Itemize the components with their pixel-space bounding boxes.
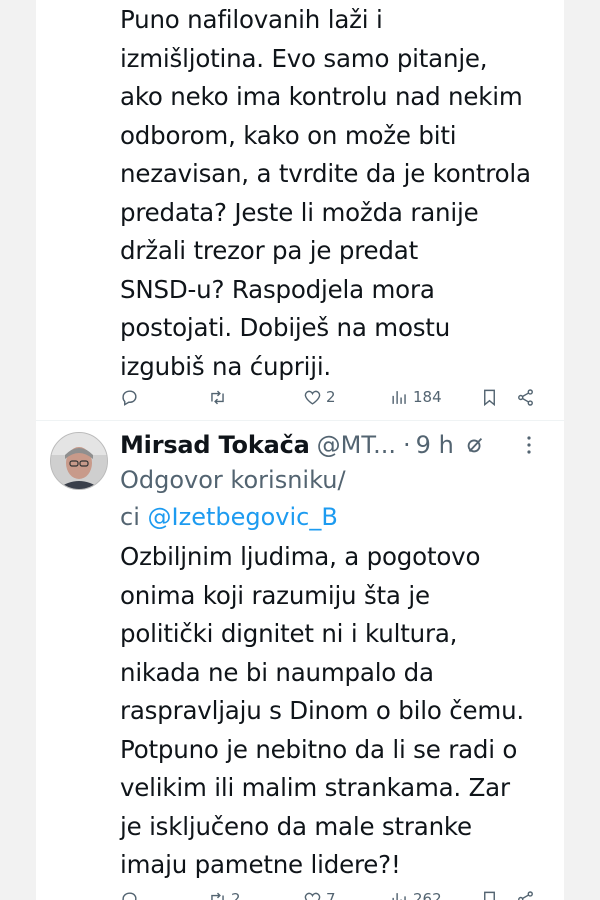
share-icon [518,388,533,406]
bookmark-icon [484,891,495,900]
share-button[interactable] [516,388,535,407]
tweet-divider [36,420,564,421]
share-button-2[interactable] [516,890,535,900]
retweet-count: 2 [231,890,241,900]
author-handle[interactable]: @MT... [317,431,396,459]
reply-icon [122,891,137,900]
author-name[interactable]: Mirsad Tokača [120,431,310,459]
tweet-header: Mirsad Tokača @MT... · 9 h [120,426,556,464]
tweet-text: Puno nafilovanih laži i izmišljotina. Ev… [120,5,531,381]
tweet-actions: 2 184 [120,383,550,411]
views-count-2: 262 [413,890,442,900]
reply-button[interactable] [120,388,139,407]
bookmark-button[interactable] [480,388,499,407]
more-icon[interactable] [526,435,532,455]
views-button[interactable]: 184 [390,388,442,407]
views-icon [392,390,406,404]
bookmark-icon [484,389,495,406]
grok-icon[interactable] [464,434,486,456]
retweet-button[interactable] [208,388,227,407]
like-button[interactable]: 2 [303,388,336,407]
views-button-2[interactable]: 262 [390,890,442,900]
like-button-2[interactable]: 7 [303,890,336,900]
avatar-photo-icon [51,433,107,489]
tweet-time[interactable]: 9 h [416,431,454,459]
timeline-card: Puno nafilovanih laži i izmišljotina. Ev… [36,0,564,900]
like-icon [304,390,321,405]
replying-to: Odgovor korisniku/ ci @Izetbegovic_B [120,462,346,536]
retweet-icon [211,390,224,404]
tweet-actions-2: 2 7 262 [120,885,550,900]
views-count: 184 [413,388,442,406]
bookmark-button-2[interactable] [480,890,499,900]
replying-prefix: Odgovor korisniku/ [120,466,346,494]
replying-prefix-2: ci [120,503,140,531]
reply-button-2[interactable] [120,890,139,900]
like-count: 2 [326,388,336,406]
avatar[interactable] [50,432,108,490]
mention-link[interactable]: @Izetbegovic_B [148,503,338,531]
retweet-button-2[interactable]: 2 [208,890,241,900]
separator-dot: · [403,431,411,459]
tweet-text-2: Ozbiljnim ljudima, a pogotovo onima koji… [120,542,524,879]
like-icon [304,892,321,900]
reply-icon [122,389,137,406]
share-icon [518,890,533,900]
views-icon [392,892,406,900]
like-count-2: 7 [326,890,336,900]
retweet-icon [211,892,224,900]
